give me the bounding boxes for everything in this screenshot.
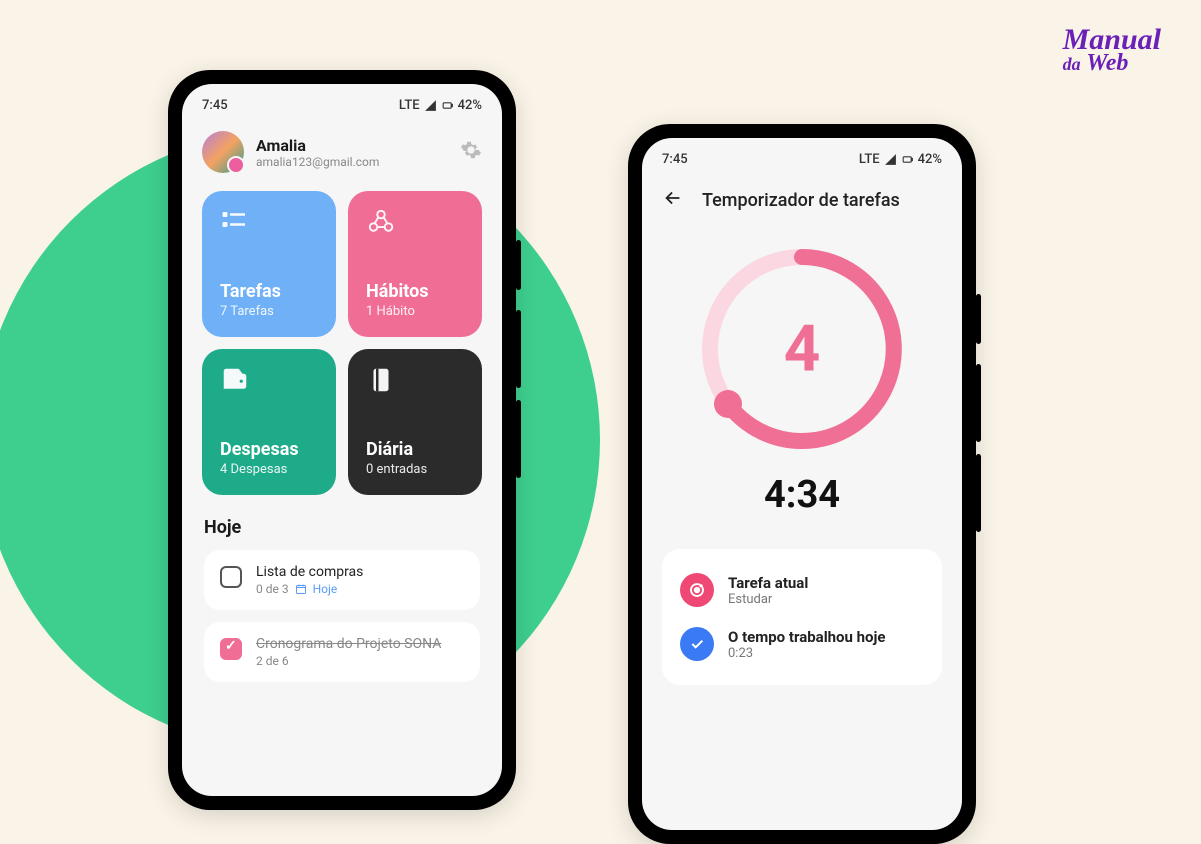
- back-button[interactable]: [662, 187, 684, 213]
- today-heading: Hoje: [204, 517, 480, 538]
- timer-elapsed: 4:34: [764, 473, 840, 517]
- battery-icon: [441, 99, 454, 112]
- timer-info-card: Tarefa atual Estudar O tempo trabalhou h…: [662, 549, 942, 685]
- power-button: [976, 294, 981, 344]
- gear-icon: [460, 139, 482, 161]
- volume-up-button: [976, 364, 981, 442]
- current-task-row[interactable]: Tarefa atual Estudar: [680, 567, 924, 613]
- current-task-value: Estudar: [728, 592, 808, 607]
- card-habits-title: Hábitos: [366, 281, 464, 302]
- phone-mockup-home: 7:45 LTE 42% Amalia amalia123@gmail.com: [168, 70, 516, 810]
- signal-icon: [884, 153, 897, 166]
- card-expenses-sub: 4 Despesas: [220, 462, 318, 477]
- arrow-left-icon: [662, 187, 684, 209]
- status-bar: 7:45 LTE 42%: [182, 84, 502, 119]
- status-battery: 42%: [918, 152, 942, 167]
- status-time: 7:45: [202, 98, 228, 113]
- battery-icon: [901, 153, 914, 166]
- today-item-title: Lista de compras: [256, 564, 363, 580]
- calendar-icon: [295, 583, 307, 595]
- profile-email: amalia123@gmail.com: [256, 155, 379, 169]
- worked-today-row[interactable]: O tempo trabalhou hoje 0:23: [680, 621, 924, 667]
- worked-today-label: O tempo trabalhou hoje: [728, 628, 886, 646]
- check-icon: [680, 627, 714, 661]
- checkbox-checked[interactable]: [220, 638, 242, 660]
- power-button: [516, 240, 521, 290]
- today-item[interactable]: Cronograma do Projeto SONA 2 de 6: [204, 622, 480, 682]
- card-tasks[interactable]: Tarefas 7 Tarefas: [202, 191, 336, 337]
- today-item[interactable]: Lista de compras 0 de 3 Hoje: [204, 550, 480, 610]
- volume-up-button: [516, 310, 521, 388]
- timer-ring: 4: [692, 239, 912, 459]
- habits-icon: [366, 207, 464, 241]
- card-diary-title: Diária: [366, 439, 464, 460]
- status-bar: 7:45 LTE 42%: [642, 138, 962, 173]
- volume-down-button: [976, 454, 981, 532]
- page-title: Temporizador de tarefas: [702, 190, 900, 211]
- profile-name: Amalia: [256, 136, 379, 155]
- timer-cycle-number: 4: [784, 312, 821, 387]
- worked-today-value: 0:23: [728, 646, 886, 661]
- journal-icon: [366, 365, 464, 399]
- status-battery: 42%: [458, 98, 482, 113]
- checkbox-unchecked[interactable]: [220, 566, 242, 588]
- card-expenses-title: Despesas: [220, 439, 318, 460]
- settings-button[interactable]: [460, 139, 482, 165]
- brand-logo: Manual da Web: [1063, 26, 1161, 75]
- today-item-title: Cronograma do Projeto SONA: [256, 636, 441, 652]
- phone-mockup-timer: 7:45 LTE 42% Temporizador de tarefas: [628, 124, 976, 844]
- volume-down-button: [516, 400, 521, 478]
- today-item-tag: Hoje: [313, 582, 338, 596]
- today-item-progress: 2 de 6: [256, 654, 289, 668]
- profile-header: Amalia amalia123@gmail.com: [182, 119, 502, 191]
- card-diary[interactable]: Diária 0 entradas: [348, 349, 482, 495]
- signal-icon: [424, 99, 437, 112]
- target-icon: [680, 573, 714, 607]
- status-network: LTE: [859, 152, 880, 167]
- card-diary-sub: 0 entradas: [366, 462, 464, 477]
- card-habits[interactable]: Hábitos 1 Hábito: [348, 191, 482, 337]
- card-habits-sub: 1 Hábito: [366, 304, 464, 319]
- status-network: LTE: [399, 98, 420, 113]
- avatar[interactable]: [202, 131, 244, 173]
- status-time: 7:45: [662, 152, 688, 167]
- current-task-label: Tarefa atual: [728, 574, 808, 592]
- today-item-progress: 0 de 3: [256, 582, 289, 596]
- card-tasks-title: Tarefas: [220, 281, 318, 302]
- card-expenses[interactable]: Despesas 4 Despesas: [202, 349, 336, 495]
- card-tasks-sub: 7 Tarefas: [220, 304, 318, 319]
- checklist-icon: [220, 207, 318, 241]
- wallet-icon: [220, 365, 318, 399]
